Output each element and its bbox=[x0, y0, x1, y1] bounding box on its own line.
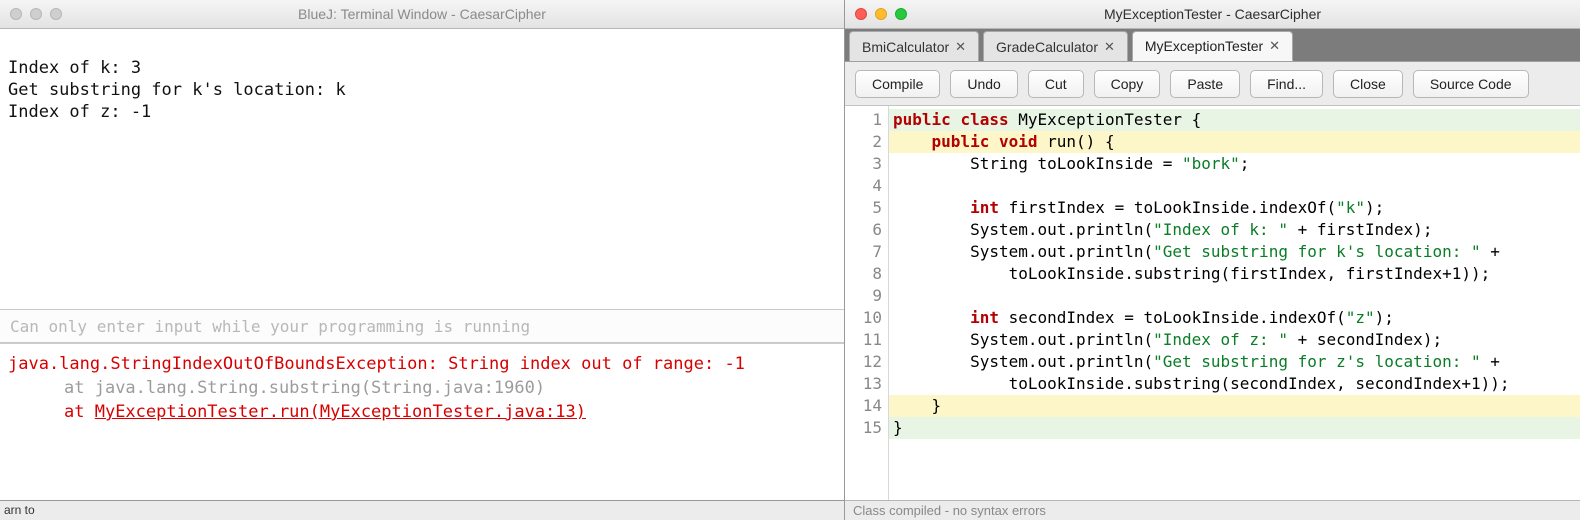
close-icon[interactable] bbox=[855, 8, 867, 20]
stack-frame-text: java.lang.String.substring(String.java:1… bbox=[95, 378, 545, 398]
line-number: 15 bbox=[845, 417, 882, 439]
code-line[interactable]: } bbox=[889, 395, 1580, 417]
tab-label: BmiCalculator bbox=[862, 39, 949, 55]
undo-button[interactable]: Undo bbox=[950, 70, 1017, 98]
copy-button[interactable]: Copy bbox=[1094, 70, 1161, 98]
close-button[interactable]: Close bbox=[1333, 70, 1403, 98]
terminal-output: Index of k: 3 Get substring for k's loca… bbox=[0, 29, 844, 309]
line-number: 3 bbox=[845, 153, 882, 175]
zoom-icon[interactable] bbox=[895, 8, 907, 20]
line-number: 14 bbox=[845, 395, 882, 417]
code-editor[interactable]: public class MyExceptionTester { public … bbox=[889, 106, 1580, 500]
line-number: 11 bbox=[845, 329, 882, 351]
close-tab-icon[interactable]: ✕ bbox=[1269, 38, 1280, 54]
find-button[interactable]: Find... bbox=[1250, 70, 1323, 98]
line-number: 13 bbox=[845, 373, 882, 395]
code-area[interactable]: 1 2 3 4 5 6 7 8 9 10 11 12 13 14 15 publ… bbox=[845, 106, 1580, 500]
editor-toolbar: Compile Undo Cut Copy Paste Find... Clos… bbox=[845, 62, 1580, 106]
compile-button[interactable]: Compile bbox=[855, 70, 940, 98]
code-line[interactable]: int firstIndex = toLookInside.indexOf("k… bbox=[889, 197, 1580, 219]
terminal-traffic-lights bbox=[10, 8, 62, 20]
close-icon[interactable] bbox=[10, 8, 22, 20]
line-number: 6 bbox=[845, 219, 882, 241]
line-number: 7 bbox=[845, 241, 882, 263]
editor-window: MyExceptionTester - CaesarCipher BmiCalc… bbox=[845, 0, 1580, 520]
code-line[interactable] bbox=[889, 285, 1580, 307]
minimize-icon[interactable] bbox=[30, 8, 42, 20]
line-number: 1 bbox=[845, 109, 882, 131]
editor-traffic-lights bbox=[855, 8, 907, 20]
line-number: 12 bbox=[845, 351, 882, 373]
code-line[interactable]: String toLookInside = "bork"; bbox=[889, 153, 1580, 175]
line-number: 4 bbox=[845, 175, 882, 197]
code-line[interactable]: toLookInside.substring(secondIndex, seco… bbox=[889, 373, 1580, 395]
exception-message: java.lang.StringIndexOutOfBoundsExceptio… bbox=[8, 352, 836, 376]
paste-button[interactable]: Paste bbox=[1170, 70, 1240, 98]
zoom-icon[interactable] bbox=[50, 8, 62, 20]
code-line[interactable]: public class MyExceptionTester { bbox=[889, 109, 1580, 131]
stack-frame: at java.lang.String.substring(String.jav… bbox=[8, 376, 836, 400]
terminal-titlebar: BlueJ: Terminal Window - CaesarCipher bbox=[0, 0, 844, 29]
line-number: 10 bbox=[845, 307, 882, 329]
stack-prefix: at bbox=[8, 402, 95, 422]
code-line[interactable]: int secondIndex = toLookInside.indexOf("… bbox=[889, 307, 1580, 329]
terminal-line: Index of z: -1 bbox=[8, 102, 151, 122]
line-number: 5 bbox=[845, 197, 882, 219]
cut-button[interactable]: Cut bbox=[1028, 70, 1084, 98]
code-line[interactable]: System.out.println("Index of k: " + firs… bbox=[889, 219, 1580, 241]
stack-frame: at MyExceptionTester.run(MyExceptionTest… bbox=[8, 400, 836, 424]
terminal-input-placeholder: Can only enter input while your programm… bbox=[10, 317, 530, 336]
editor-title: MyExceptionTester - CaesarCipher bbox=[845, 6, 1580, 22]
close-tab-icon[interactable]: ✕ bbox=[1104, 39, 1115, 55]
editor-status-bar: Class compiled - no syntax errors bbox=[845, 500, 1580, 520]
code-line[interactable]: System.out.println("Get substring for k'… bbox=[889, 241, 1580, 263]
tab-bmicalculator[interactable]: BmiCalculator ✕ bbox=[849, 31, 979, 61]
line-number: 2 bbox=[845, 131, 882, 153]
terminal-input-strip[interactable]: Can only enter input while your programm… bbox=[0, 309, 844, 343]
line-gutter: 1 2 3 4 5 6 7 8 9 10 11 12 13 14 15 bbox=[845, 106, 889, 500]
terminal-title: BlueJ: Terminal Window - CaesarCipher bbox=[0, 6, 844, 22]
tab-gradecalculator[interactable]: GradeCalculator ✕ bbox=[983, 31, 1128, 61]
tab-label: MyExceptionTester bbox=[1145, 38, 1263, 54]
code-line[interactable]: System.out.println("Get substring for z'… bbox=[889, 351, 1580, 373]
minimize-icon[interactable] bbox=[875, 8, 887, 20]
sourcecode-button[interactable]: Source Code bbox=[1413, 70, 1529, 98]
code-line[interactable]: public void run() { bbox=[889, 131, 1580, 153]
stack-prefix: at bbox=[8, 378, 95, 398]
code-line[interactable] bbox=[889, 175, 1580, 197]
line-number: 8 bbox=[845, 263, 882, 285]
stack-frame-link[interactable]: MyExceptionTester.run(MyExceptionTester.… bbox=[95, 402, 586, 422]
code-line[interactable]: System.out.println("Index of z: " + seco… bbox=[889, 329, 1580, 351]
terminal-line: Get substring for k's location: k bbox=[8, 80, 346, 100]
terminal-error-pane: java.lang.StringIndexOutOfBoundsExceptio… bbox=[0, 343, 844, 500]
tab-label: GradeCalculator bbox=[996, 39, 1098, 55]
editor-tabstrip: BmiCalculator ✕ GradeCalculator ✕ MyExce… bbox=[845, 29, 1580, 62]
close-tab-icon[interactable]: ✕ bbox=[955, 39, 966, 55]
tab-myexceptiontester[interactable]: MyExceptionTester ✕ bbox=[1132, 31, 1293, 61]
terminal-line: Index of k: 3 bbox=[8, 58, 141, 78]
terminal-window: BlueJ: Terminal Window - CaesarCipher In… bbox=[0, 0, 845, 520]
code-line[interactable]: toLookInside.substring(firstIndex, first… bbox=[889, 263, 1580, 285]
code-line[interactable]: } bbox=[889, 417, 1580, 439]
line-number: 9 bbox=[845, 285, 882, 307]
terminal-footer-strip: arn to bbox=[0, 500, 844, 520]
editor-titlebar: MyExceptionTester - CaesarCipher bbox=[845, 0, 1580, 29]
